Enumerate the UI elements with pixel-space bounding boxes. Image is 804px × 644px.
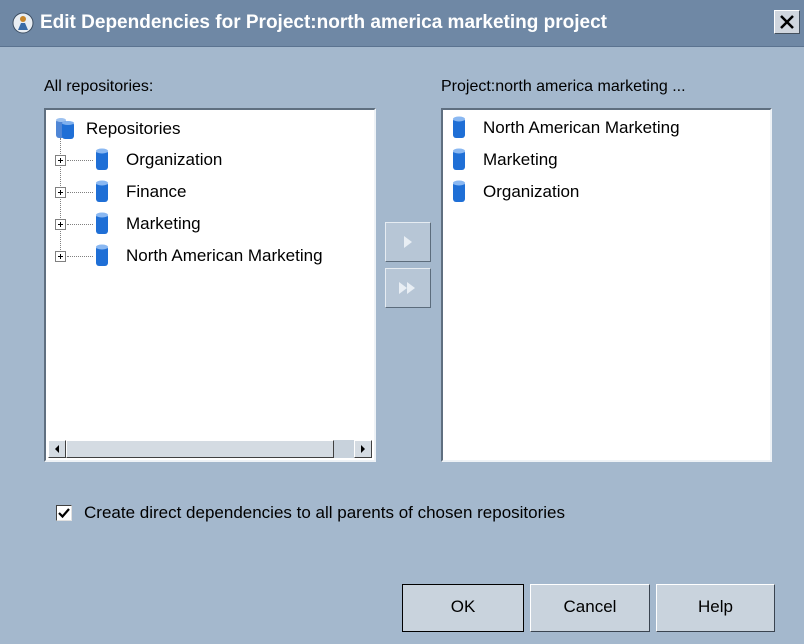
ok-button[interactable]: OK [402, 584, 524, 632]
all-repositories-label: All repositories: [44, 78, 154, 95]
scroll-thumb[interactable] [66, 440, 334, 458]
add-all-button[interactable] [385, 268, 431, 308]
double-arrow-right-icon [399, 282, 415, 294]
tree-connector [67, 256, 93, 258]
expand-icon[interactable] [55, 251, 66, 262]
scroll-right-button[interactable] [354, 440, 372, 458]
expand-icon[interactable] [55, 155, 66, 166]
repository-icon [96, 244, 108, 266]
tree-item-north-american-marketing[interactable]: North American Marketing [126, 244, 323, 268]
expand-icon[interactable] [55, 187, 66, 198]
tree-item-organization[interactable]: Organization [126, 148, 222, 172]
title-bar[interactable]: Edit Dependencies for Project:north amer… [0, 0, 804, 47]
help-button[interactable]: Help [656, 584, 775, 632]
list-item-organization[interactable]: Organization [483, 180, 579, 204]
list-item-north-american-marketing[interactable]: North American Marketing [483, 116, 680, 140]
tree-root-repositories[interactable]: Repositories [86, 117, 181, 141]
arrow-right-icon [404, 236, 412, 248]
add-selected-button[interactable] [385, 222, 431, 262]
tree-connector [67, 224, 93, 226]
app-icon [12, 12, 34, 34]
scroll-left-button[interactable] [48, 440, 66, 458]
arrow-right-icon [361, 445, 365, 453]
repository-icon [96, 212, 108, 234]
horizontal-scrollbar[interactable] [48, 440, 372, 458]
project-dependencies-label: Project:north america marketing ... [441, 78, 686, 95]
tree-connector [67, 192, 93, 194]
tree-connector [67, 160, 93, 162]
repository-icon [453, 180, 465, 202]
expand-icon[interactable] [55, 219, 66, 230]
repository-icon [96, 148, 108, 170]
project-dependencies-list[interactable]: North American Marketing Marketing Organ… [441, 108, 772, 462]
repository-icon [453, 116, 465, 138]
close-icon [780, 15, 794, 29]
close-button[interactable] [774, 10, 800, 34]
direct-dependencies-label[interactable]: Create direct dependencies to all parent… [84, 503, 565, 523]
repositories-root-icon [56, 118, 74, 139]
checkmark-icon [58, 508, 70, 519]
tree-item-finance[interactable]: Finance [126, 180, 186, 204]
cancel-button[interactable]: Cancel [530, 584, 650, 632]
repository-icon [96, 180, 108, 202]
direct-dependencies-checkbox[interactable] [56, 505, 72, 521]
repository-icon [453, 148, 465, 170]
repositories-tree[interactable]: Repositories Organization Finance Market… [44, 108, 376, 462]
list-item-marketing[interactable]: Marketing [483, 148, 558, 172]
arrow-left-icon [55, 445, 59, 453]
window-title: Edit Dependencies for Project:north amer… [40, 12, 607, 33]
edit-dependencies-dialog: Edit Dependencies for Project:north amer… [0, 0, 804, 644]
tree-item-marketing[interactable]: Marketing [126, 212, 201, 236]
